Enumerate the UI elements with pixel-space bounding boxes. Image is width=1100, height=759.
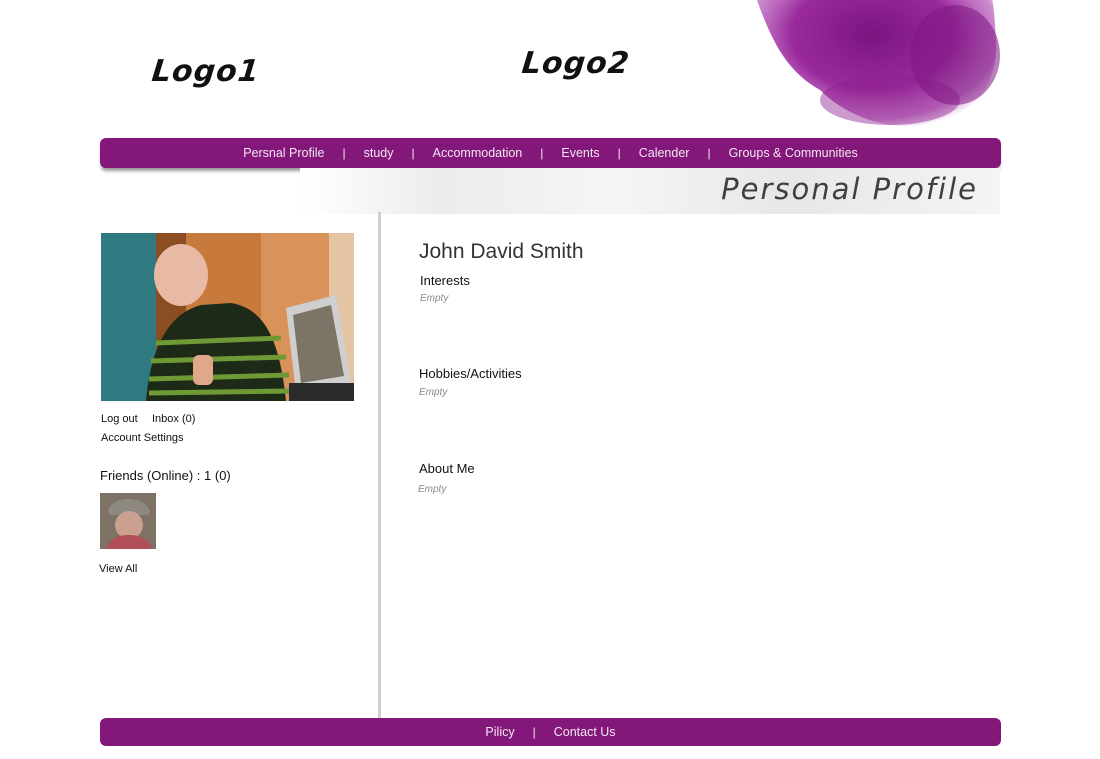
view-all-friends-link[interactable]: View All [99,563,137,575]
inbox-link[interactable]: Inbox (0) [152,413,195,425]
friends-online-heading: Friends (Online) : 1 (0) [100,468,231,483]
nav-item-calendar[interactable]: Calender [621,146,708,160]
logo-1: Logo1 [150,54,262,89]
nav-item-groups-communities[interactable]: Groups & Communities [711,146,876,160]
nav-item-accommodation[interactable]: Accommodation [415,146,541,160]
page-banner: Personal Profile [300,168,1000,214]
footer-policy-link[interactable]: Pilicy [467,725,532,739]
about-me-heading: About Me [419,461,475,476]
interests-value: Empty [420,293,449,304]
page-title: Personal Profile [721,172,978,206]
hobbies-value: Empty [419,387,448,398]
nav-item-events[interactable]: Events [543,146,617,160]
hobbies-heading: Hobbies/Activities [419,366,522,381]
profile-name: John David Smith [419,240,584,263]
logo-2: Logo2 [520,46,632,81]
main-nav-bar: Persnal Profile | study | Accommodation … [100,138,1001,168]
account-settings-link[interactable]: Account Settings [101,432,184,444]
nav-item-personal-profile[interactable]: Persnal Profile [225,146,342,160]
footer-contact-link[interactable]: Contact Us [536,725,634,739]
interests-heading: Interests [420,273,470,288]
about-me-value: Empty [418,484,447,495]
nav-item-study[interactable]: study [346,146,412,160]
ink-splash-decoration [756,0,1000,126]
friend-avatar[interactable] [100,493,156,549]
column-divider [378,212,381,718]
profile-photo [101,233,354,401]
footer-bar: Pilicy | Contact Us [100,718,1001,746]
logout-link[interactable]: Log out [101,413,138,425]
